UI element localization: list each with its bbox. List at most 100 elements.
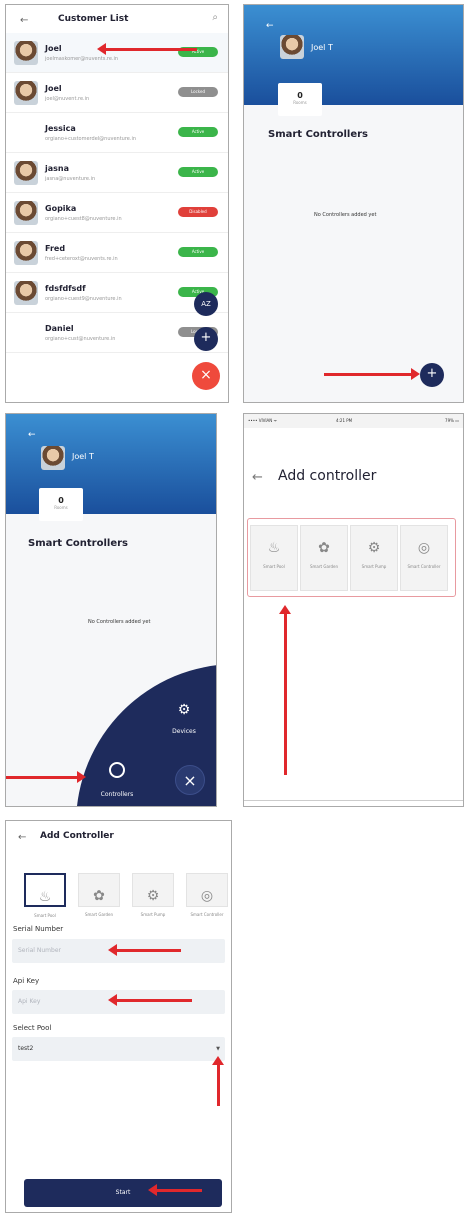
tile-label: Smart Controller bbox=[190, 912, 224, 917]
status-badge[interactable]: Active bbox=[178, 167, 218, 177]
pool-icon: ♨ bbox=[38, 889, 52, 905]
battery: 79% ▭ bbox=[445, 418, 459, 423]
red-arrow-annotation bbox=[148, 1184, 202, 1196]
clock: 4:21 PM bbox=[336, 418, 353, 423]
customer-row[interactable]: Joel joelmaskomer@nuvents.re.in Active bbox=[6, 33, 228, 73]
serial-number-label: Serial Number bbox=[13, 925, 64, 933]
avatar bbox=[14, 41, 38, 65]
controller-type-tile[interactable]: ◎ Smart Controller bbox=[400, 525, 448, 591]
customer-name: Joel bbox=[45, 44, 62, 53]
user-name: Joel T bbox=[311, 43, 333, 52]
controller-type-tile[interactable]: ◎ Smart Controller bbox=[186, 873, 228, 917]
back-arrow-icon[interactable]: ← bbox=[18, 832, 26, 843]
select-pool-label: Select Pool bbox=[13, 1024, 52, 1032]
pump-icon: ⚙ bbox=[177, 702, 191, 718]
customer-email: orgiano+cuest9@nuventure.in bbox=[45, 296, 122, 302]
garden-icon: ✿ bbox=[93, 888, 105, 904]
controllers-label: Controllers bbox=[100, 791, 134, 798]
add-controller-fab[interactable]: + bbox=[420, 363, 444, 387]
rooms-label: Rooms bbox=[54, 505, 68, 510]
start-button[interactable]: Start bbox=[24, 1179, 222, 1207]
avatar bbox=[280, 35, 304, 59]
customer-row[interactable]: Fred fred+ceteroxt@nuvents.re.in Active bbox=[6, 233, 228, 273]
tile-label: Smart Controller bbox=[407, 564, 441, 569]
api-key-label: Api Key bbox=[13, 977, 40, 985]
profile-header: ← Joel T bbox=[6, 414, 216, 514]
add-controller-form-screen: ← Add Controller ♨ Smart Pool ✿ Smart Garde… bbox=[5, 820, 232, 1213]
section-title: Smart Controllers bbox=[28, 538, 128, 549]
section-title: Smart Controllers bbox=[268, 129, 368, 140]
controller-type-tile[interactable]: ♨ Smart Pool bbox=[24, 873, 66, 918]
empty-message: No Controllers added yet bbox=[88, 619, 151, 625]
tile-label: Smart Pool bbox=[263, 564, 285, 569]
user-name: Joel T bbox=[72, 452, 94, 461]
customer-email: fred+ceteroxt@nuvents.re.in bbox=[45, 256, 118, 262]
customer-row[interactable]: Jessica orgiano+customerdel@nuventure.in A… bbox=[6, 113, 228, 153]
customer-name: Joel bbox=[45, 84, 62, 93]
controller-type-tile[interactable]: ✿ Smart Garden bbox=[300, 525, 348, 591]
controller-type-tile[interactable]: ⚙ Smart Pump bbox=[132, 873, 174, 917]
search-icon[interactable]: ⌕ bbox=[212, 12, 218, 23]
customer-email: joel@nuvent.re.in bbox=[45, 96, 90, 102]
tile-label: Smart Garden bbox=[309, 564, 339, 569]
status-badge[interactable]: Active bbox=[178, 127, 218, 137]
status-badge[interactable]: Disabled bbox=[178, 207, 218, 217]
controller-type-tile[interactable]: ♨ Smart Pool bbox=[250, 525, 298, 591]
add-controller-picker-screen: •••• VIVIAN ᯤ 4:21 PM 79% ▭ ← Add contro… bbox=[243, 413, 464, 807]
customer-name: Fred bbox=[45, 244, 66, 253]
pump-icon: ⚙ bbox=[146, 888, 160, 904]
pump-icon: ⚙ bbox=[367, 540, 381, 556]
rooms-count-card[interactable]: 0 Rooms bbox=[39, 488, 83, 521]
status-badge[interactable]: Active bbox=[178, 247, 218, 257]
customer-row[interactable]: Gopika orgiano+cuest8@nuventure.in Disable… bbox=[6, 193, 228, 233]
avatar bbox=[14, 81, 38, 105]
status-badge[interactable]: Locked bbox=[178, 87, 218, 97]
customer-list-screen: ← Customer List ⌕ Joel joelmaskomer@nuven… bbox=[5, 4, 229, 403]
customer-name: Gopika bbox=[45, 204, 77, 213]
red-arrow-annotation bbox=[324, 368, 420, 380]
rooms-label: Rooms bbox=[293, 100, 307, 105]
back-arrow-icon[interactable]: ← bbox=[266, 21, 274, 31]
back-arrow-icon[interactable]: ← bbox=[252, 470, 263, 485]
red-arrow-annotation bbox=[279, 605, 291, 775]
tile-label: Smart Pump bbox=[140, 912, 166, 917]
close-fab-button[interactable]: × bbox=[192, 362, 220, 390]
customer-row[interactable]: jasna jasna@nuventure.in Active bbox=[6, 153, 228, 193]
devices-menu-item[interactable]: ⚙ Devices bbox=[162, 702, 206, 737]
close-menu-button[interactable]: × bbox=[175, 765, 205, 795]
back-arrow-icon[interactable]: ← bbox=[28, 430, 36, 440]
controller-type-tile[interactable]: ⚙ Smart Pump bbox=[350, 525, 398, 591]
rooms-count-card[interactable]: 0 Rooms bbox=[278, 83, 322, 116]
controller-icon: ◎ bbox=[200, 888, 214, 904]
pool-select[interactable]: test2 ▼ bbox=[12, 1037, 225, 1061]
customer-row[interactable]: Joel joel@nuvent.re.in Locked bbox=[6, 73, 228, 113]
tile-label: Smart Garden bbox=[84, 912, 114, 917]
avatar bbox=[41, 446, 65, 470]
profile-header: ← Joel T bbox=[244, 5, 463, 105]
empty-message: No Controllers added yet bbox=[314, 212, 377, 218]
rooms-count: 0 bbox=[58, 496, 64, 505]
customer-email: jasna@nuventure.in bbox=[45, 176, 96, 182]
smart-controllers-screen: ← Joel T 0 Rooms Smart Controllers No Co… bbox=[243, 4, 464, 403]
controller-menu-screen: ← Joel T 0 Rooms Smart Controllers No Co… bbox=[5, 413, 217, 807]
customer-name: fdsfdfsdf bbox=[45, 284, 86, 293]
bottom-divider bbox=[244, 800, 463, 801]
red-arrow-annotation bbox=[108, 944, 181, 956]
avatar bbox=[14, 241, 38, 265]
controllers-menu-item[interactable]: Controllers bbox=[92, 762, 142, 800]
devices-label: Devices bbox=[172, 728, 196, 735]
sort-az-button[interactable]: AZ bbox=[194, 292, 218, 316]
garden-icon: ✿ bbox=[318, 540, 330, 556]
customer-email: joelmaskomer@nuvents.re.in bbox=[45, 56, 119, 62]
rooms-count: 0 bbox=[297, 91, 303, 100]
controller-type-tile[interactable]: ✿ Smart Garden bbox=[78, 873, 120, 917]
page-title: Add Controller bbox=[40, 831, 114, 841]
customer-list: Joel joelmaskomer@nuvents.re.in Active Joel… bbox=[6, 33, 228, 402]
avatar bbox=[14, 201, 38, 225]
add-customer-button[interactable]: + bbox=[194, 327, 218, 351]
customer-name: Jessica bbox=[45, 124, 76, 133]
api-key-input[interactable]: Api Key bbox=[12, 990, 225, 1014]
pool-icon: ♨ bbox=[267, 540, 281, 556]
customer-list-title: Customer List bbox=[58, 14, 129, 24]
back-arrow-icon[interactable]: ← bbox=[20, 15, 28, 26]
